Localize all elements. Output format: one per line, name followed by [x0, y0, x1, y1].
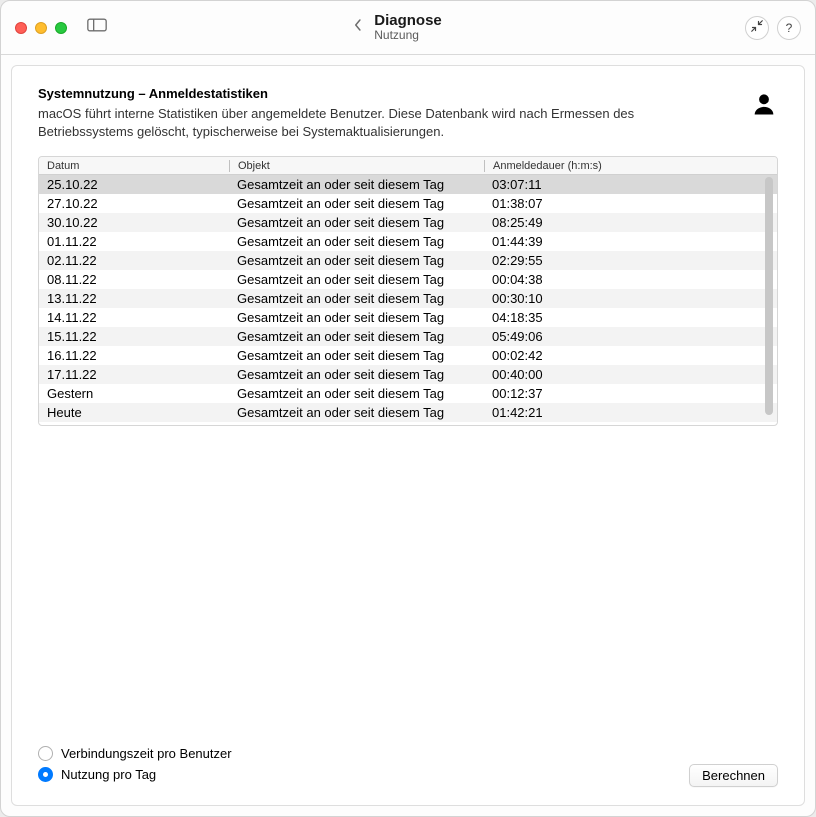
- cell-duration: 01:38:07: [484, 196, 777, 211]
- table-body[interactable]: 25.10.22Gesamtzeit an oder seit diesem T…: [39, 175, 777, 425]
- table-row[interactable]: 08.11.22Gesamtzeit an oder seit diesem T…: [39, 270, 777, 289]
- table-header-row: Datum Objekt Anmeldedauer (h:m:s): [39, 157, 777, 175]
- cell-date: 01.11.22: [39, 234, 229, 249]
- app-window: Diagnose Nutzung ?: [0, 0, 816, 817]
- cell-date: 08.11.22: [39, 272, 229, 287]
- chevron-left-icon: [353, 17, 363, 38]
- radio-per-day[interactable]: Nutzung pro Tag: [38, 767, 778, 782]
- cell-date: 13.11.22: [39, 291, 229, 306]
- table-row[interactable]: 13.11.22Gesamtzeit an oder seit diesem T…: [39, 289, 777, 308]
- content-panel: Systemnutzung – Anmeldestatistiken macOS…: [11, 65, 805, 806]
- cell-object: Gesamtzeit an oder seit diesem Tag: [229, 253, 484, 268]
- table-row[interactable]: 17.11.22Gesamtzeit an oder seit diesem T…: [39, 365, 777, 384]
- window-title: Diagnose: [374, 13, 442, 30]
- cell-date: Heute: [39, 405, 229, 420]
- cell-object: Gesamtzeit an oder seit diesem Tag: [229, 329, 484, 344]
- table-row[interactable]: HeuteGesamtzeit an oder seit diesem Tag0…: [39, 403, 777, 422]
- table-row[interactable]: GesternGesamtzeit an oder seit diesem Ta…: [39, 384, 777, 403]
- title-center: Diagnose Nutzung: [374, 1, 442, 54]
- cell-object: Gesamtzeit an oder seit diesem Tag: [229, 196, 484, 211]
- login-stats-table: Datum Objekt Anmeldedauer (h:m:s) 25.10.…: [38, 156, 778, 426]
- cell-date: 15.11.22: [39, 329, 229, 344]
- radio-icon: [38, 746, 53, 761]
- cell-duration: 00:30:10: [484, 291, 777, 306]
- scrollbar[interactable]: [763, 175, 777, 425]
- radio-icon: [38, 767, 53, 782]
- cell-duration: 03:07:11: [484, 177, 777, 192]
- table-row[interactable]: 27.10.22Gesamtzeit an oder seit diesem T…: [39, 194, 777, 213]
- cell-duration: 00:40:00: [484, 367, 777, 382]
- radio-per-user-label: Verbindungszeit pro Benutzer: [61, 746, 232, 761]
- cell-duration: 08:25:49: [484, 215, 777, 230]
- toggle-sidebar-button[interactable]: [83, 17, 111, 39]
- table-row[interactable]: 25.10.22Gesamtzeit an oder seit diesem T…: [39, 175, 777, 194]
- cell-object: Gesamtzeit an oder seit diesem Tag: [229, 405, 484, 420]
- table-row[interactable]: 01.11.22Gesamtzeit an oder seit diesem T…: [39, 232, 777, 251]
- cell-object: Gesamtzeit an oder seit diesem Tag: [229, 386, 484, 401]
- cell-date: 27.10.22: [39, 196, 229, 211]
- back-button[interactable]: [344, 14, 372, 42]
- table-row[interactable]: 14.11.22Gesamtzeit an oder seit diesem T…: [39, 308, 777, 327]
- radio-per-user[interactable]: Verbindungszeit pro Benutzer: [38, 746, 778, 761]
- table-row[interactable]: 16.11.22Gesamtzeit an oder seit diesem T…: [39, 346, 777, 365]
- col-header-duration[interactable]: Anmeldedauer (h:m:s): [484, 160, 777, 172]
- cell-object: Gesamtzeit an oder seit diesem Tag: [229, 348, 484, 363]
- collapse-icon: [751, 20, 763, 35]
- section-title: Systemnutzung – Anmeldestatistiken: [38, 86, 730, 101]
- cell-object: Gesamtzeit an oder seit diesem Tag: [229, 215, 484, 230]
- col-header-date[interactable]: Datum: [39, 160, 229, 172]
- title-block: Diagnose Nutzung: [374, 13, 442, 43]
- section-text: Systemnutzung – Anmeldestatistiken macOS…: [38, 86, 730, 140]
- cell-duration: 01:42:21: [484, 405, 777, 420]
- cell-object: Gesamtzeit an oder seit diesem Tag: [229, 177, 484, 192]
- cell-object: Gesamtzeit an oder seit diesem Tag: [229, 310, 484, 325]
- cell-duration: 04:18:35: [484, 310, 777, 325]
- cell-object: Gesamtzeit an oder seit diesem Tag: [229, 367, 484, 382]
- zoom-window-button[interactable]: [55, 22, 67, 34]
- compute-button[interactable]: Berechnen: [689, 764, 778, 787]
- user-icon: [750, 90, 778, 118]
- cell-date: 25.10.22: [39, 177, 229, 192]
- cell-date: 16.11.22: [39, 348, 229, 363]
- radio-per-day-label: Nutzung pro Tag: [61, 767, 156, 782]
- cell-duration: 00:02:42: [484, 348, 777, 363]
- scrollbar-thumb[interactable]: [765, 177, 773, 415]
- close-window-button[interactable]: [15, 22, 27, 34]
- cell-duration: 02:29:55: [484, 253, 777, 268]
- cell-date: 17.11.22: [39, 367, 229, 382]
- cell-date: Gestern: [39, 386, 229, 401]
- cell-object: Gesamtzeit an oder seit diesem Tag: [229, 272, 484, 287]
- collapse-button[interactable]: [745, 16, 769, 40]
- help-button[interactable]: ?: [777, 16, 801, 40]
- window-subtitle: Nutzung: [374, 29, 442, 42]
- cell-duration: 05:49:06: [484, 329, 777, 344]
- minimize-window-button[interactable]: [35, 22, 47, 34]
- cell-duration: 01:44:39: [484, 234, 777, 249]
- titlebar: Diagnose Nutzung ?: [1, 1, 815, 55]
- footer-controls: Verbindungszeit pro Benutzer Nutzung pro…: [38, 734, 778, 787]
- toolbar-right: ?: [745, 16, 801, 40]
- col-header-object[interactable]: Objekt: [229, 160, 484, 172]
- cell-object: Gesamtzeit an oder seit diesem Tag: [229, 234, 484, 249]
- cell-date: 14.11.22: [39, 310, 229, 325]
- help-icon: ?: [786, 21, 793, 35]
- sidebar-icon: [87, 18, 107, 37]
- cell-duration: 00:12:37: [484, 386, 777, 401]
- cell-date: 02.11.22: [39, 253, 229, 268]
- cell-date: 30.10.22: [39, 215, 229, 230]
- section-description: macOS führt interne Statistiken über ang…: [38, 105, 678, 140]
- section-header: Systemnutzung – Anmeldestatistiken macOS…: [38, 86, 778, 140]
- traffic-lights: [15, 22, 67, 34]
- cell-duration: 00:04:38: [484, 272, 777, 287]
- cell-object: Gesamtzeit an oder seit diesem Tag: [229, 291, 484, 306]
- table-row[interactable]: 30.10.22Gesamtzeit an oder seit diesem T…: [39, 213, 777, 232]
- table-row[interactable]: 15.11.22Gesamtzeit an oder seit diesem T…: [39, 327, 777, 346]
- table-row[interactable]: 02.11.22Gesamtzeit an oder seit diesem T…: [39, 251, 777, 270]
